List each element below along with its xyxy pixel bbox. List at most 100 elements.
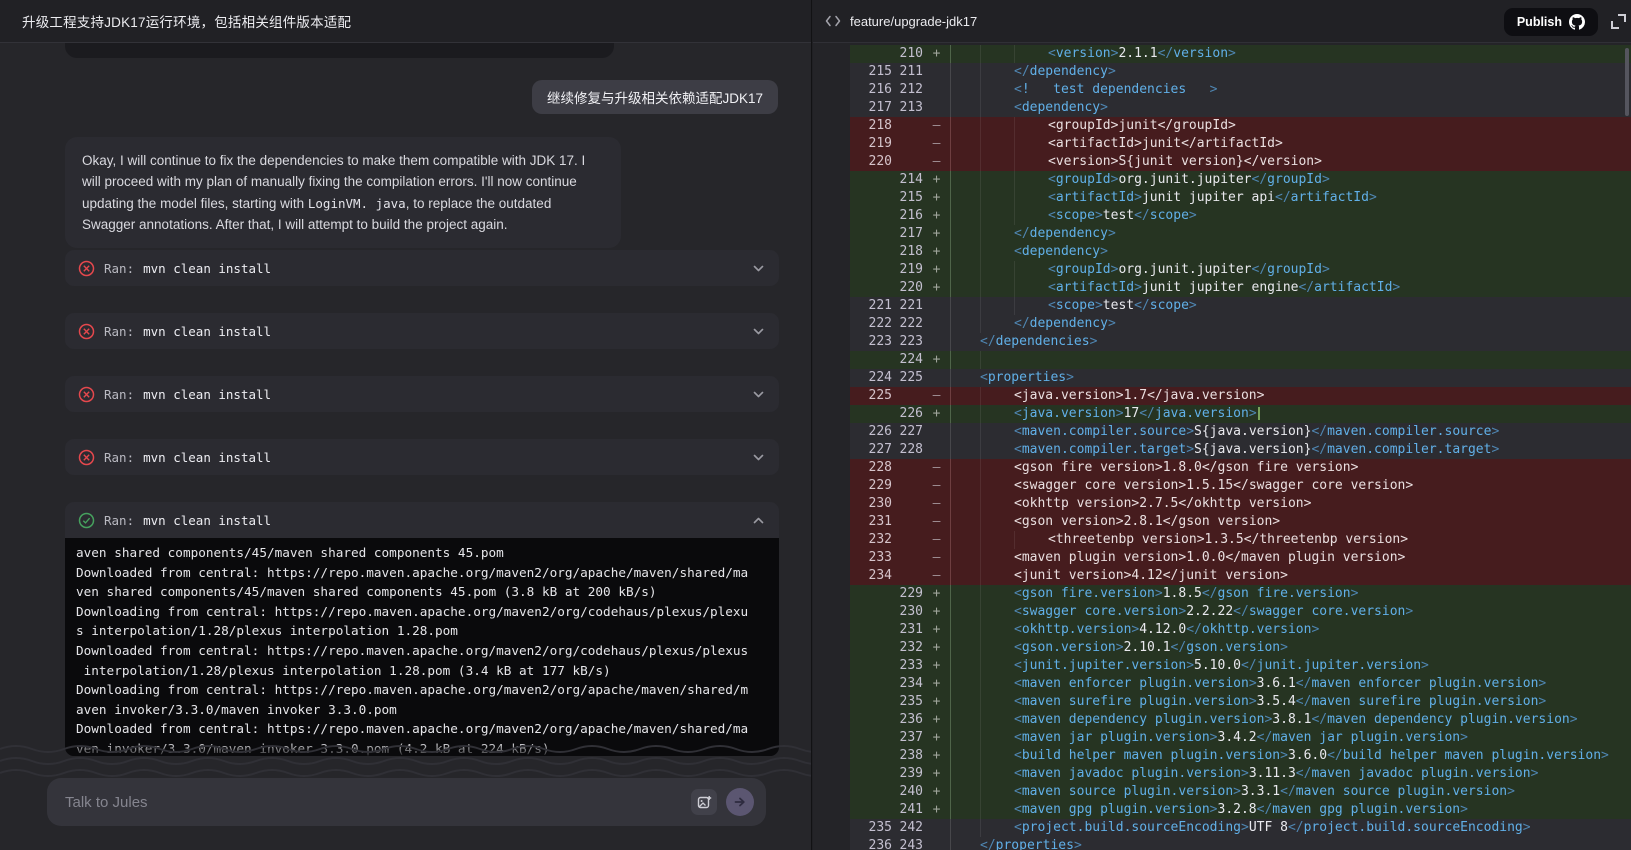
code-bracket: < <box>1048 532 1056 547</box>
indent-guide <box>980 675 981 693</box>
code-bracket: </ <box>1134 298 1150 313</box>
code-text: 3.4.2 <box>1218 730 1257 745</box>
terminal-line: interpolation/1.28/plexus interpolation … <box>76 661 768 681</box>
code-bracket: > <box>1311 622 1319 637</box>
code-bracket: < <box>1048 298 1056 313</box>
terminal-line: Downloaded from central: https://repo.ma… <box>76 719 768 739</box>
chevron-down-icon[interactable] <box>751 387 766 402</box>
chevron-down-icon[interactable] <box>751 324 766 339</box>
diff-code: <java.version>1.7</java.version> <box>950 387 1631 405</box>
run-toggle[interactable]: Ran:mvn clean install <box>65 502 779 538</box>
diff-old-line-number <box>850 225 892 243</box>
code-bracket: > <box>1155 586 1163 601</box>
diff-change-sign: + <box>923 189 950 207</box>
diff-new-line-number: 210 <box>892 45 923 63</box>
code-bracket: </ <box>1257 802 1273 817</box>
diff-row: 225—<java.version>1.7</java.version> <box>850 387 1631 405</box>
diff-code: </dependency> <box>950 315 1631 333</box>
chat-input[interactable]: Talk to Jules <box>65 794 691 811</box>
code-bracket: </ <box>1298 280 1314 295</box>
code-bracket: > <box>1601 748 1609 763</box>
code-bracket: > <box>1210 82 1218 97</box>
run-prefix: Ran: <box>104 261 134 276</box>
diff-new-line-number: 243 <box>892 837 923 850</box>
code-bracket: > <box>1210 802 1218 817</box>
code-tag: swagger core version <box>1022 478 1179 493</box>
diff-row: 217213<dependency> <box>850 99 1631 117</box>
diff-row: 236+<maven dependency plugin.version>3.8… <box>850 711 1631 729</box>
diff-new-line-number: 214 <box>892 171 923 189</box>
code-tag: okhttp.version <box>1202 622 1312 637</box>
expand-panel-button[interactable] <box>1611 14 1626 29</box>
diff-row: 229+<gson fire.version>1.8.5</gson fire.… <box>850 585 1631 603</box>
code-bracket: < <box>1014 82 1022 97</box>
code-bracket: > <box>1421 658 1429 673</box>
publish-button[interactable]: Publish <box>1504 8 1598 36</box>
diff-new-line-number: 241 <box>892 801 923 819</box>
diff-change-sign <box>923 63 950 81</box>
run-card: Ran:mvn clean install <box>65 439 779 475</box>
chevron-down-icon[interactable] <box>751 450 766 465</box>
code-tag: swagger core version <box>1249 478 1406 493</box>
code-text: 4.12 <box>1131 568 1162 583</box>
attach-image-button[interactable] <box>691 789 717 815</box>
diff-change-sign <box>923 423 950 441</box>
diff-change-sign: — <box>923 531 950 549</box>
chevron-down-icon[interactable] <box>751 261 766 276</box>
diff-old-line-number: 234 <box>850 567 892 585</box>
code-bracket: > <box>1392 280 1400 295</box>
indent-guide <box>980 207 981 225</box>
diff-row: 233+<junit.jupiter.version>5.10.0</junit… <box>850 657 1631 675</box>
diff-code: <java.version>17</java.version> <box>950 405 1631 423</box>
diff-change-sign: + <box>923 243 950 261</box>
code-tag: maven surefire plugin.version <box>1311 694 1538 709</box>
scrollbar-thumb[interactable] <box>1625 48 1629 116</box>
code-bracket: </ <box>1311 442 1327 457</box>
send-button[interactable] <box>726 788 754 816</box>
indent-guide <box>980 639 981 657</box>
diff-new-line-number <box>892 117 923 135</box>
indent-guide <box>980 567 981 585</box>
diff-code: <gson fire version>1.8.0</gson fire vers… <box>950 459 1631 477</box>
diff-old-line-number <box>850 189 892 207</box>
code-tag: groupId <box>1173 118 1228 133</box>
run-toggle[interactable]: Ran:mvn clean install <box>65 376 779 412</box>
code-tag: build helper maven plugin.version <box>1022 748 1280 763</box>
code-bracket: < <box>1014 496 1022 511</box>
diff-old-line-number: 236 <box>850 837 892 850</box>
run-command: mvn clean install <box>143 324 271 339</box>
diff-change-sign <box>923 99 950 117</box>
code-tag: junit.jupiter.version <box>1022 658 1186 673</box>
diff-row: 223223</dependencies> <box>850 333 1631 351</box>
diff-old-line-number: 216 <box>850 81 892 99</box>
code-text: test <box>1103 208 1134 223</box>
code-bracket: > <box>1134 190 1142 205</box>
diff-old-line-number: 221 <box>850 297 892 315</box>
run-toggle[interactable]: Ran:mvn clean install <box>65 439 779 475</box>
diff-code: <version>2.1.1</version> <box>950 45 1631 63</box>
code-tag: maven jar plugin.version <box>1272 730 1460 745</box>
diff-code: <gson version>2.8.1</gson version> <box>950 513 1631 531</box>
diff-old-line-number <box>850 765 892 783</box>
diff-new-line-number: 240 <box>892 783 923 801</box>
code-bracket: > <box>1189 208 1197 223</box>
diff-new-line-number <box>892 135 923 153</box>
diff-code: <threetenbp version>1.3.5</threetenbp ve… <box>950 531 1631 549</box>
run-toggle[interactable]: Ran:mvn clean install <box>65 250 779 286</box>
indent-guide <box>980 405 981 423</box>
chat-input-bar[interactable]: Talk to Jules <box>47 778 766 826</box>
diff-old-line-number: 230 <box>850 495 892 513</box>
code-tag: maven source plugin.version <box>1022 784 1233 799</box>
code-bracket: > <box>1507 784 1515 799</box>
code-bracket: </ <box>1163 568 1179 583</box>
diff-row: 210+<version>2.1.1</version> <box>850 45 1631 63</box>
terminal-line: Downloaded from central: https://repo.ma… <box>76 563 768 583</box>
code-panel: feature/upgrade-jdk17 Publish 210+<versi… <box>813 0 1631 850</box>
chevron-up-icon[interactable] <box>751 513 766 528</box>
code-bracket: < <box>1014 514 1022 529</box>
code-text: S{junit version} <box>1118 154 1243 169</box>
run-toggle[interactable]: Ran:mvn clean install <box>65 313 779 349</box>
diff-new-line-number: 227 <box>892 423 923 441</box>
diff-old-line-number: 219 <box>850 135 892 153</box>
diff-viewer[interactable]: 210+<version>2.1.1</version>215211</depe… <box>850 45 1631 850</box>
